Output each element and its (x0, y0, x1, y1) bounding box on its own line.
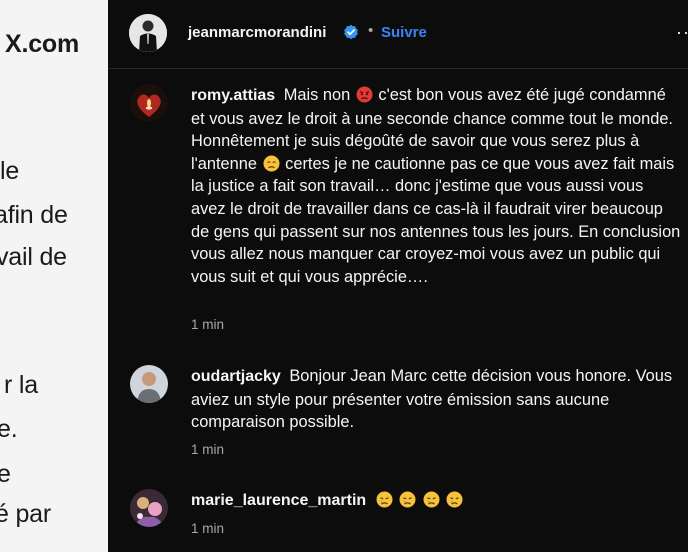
angry-face-emoji (356, 86, 373, 103)
commenter-username[interactable]: romy.attias (191, 87, 275, 104)
comment-timestamp[interactable]: 1 min (191, 442, 224, 457)
comment-body: romy.attias Mais non c'est bon vous avez… (191, 84, 681, 288)
commenter-avatar[interactable] (130, 84, 168, 122)
follow-button[interactable]: Suivre (381, 24, 427, 41)
separator-dot: • (368, 22, 374, 39)
comments-panel: jeanmarcmorandini • Suivre ··· romy.atti… (108, 0, 688, 552)
comment-body: marie_laurence_martin (191, 489, 681, 513)
post-header: jeanmarcmorandini • Suivre ··· (108, 0, 688, 69)
author-username[interactable]: jeanmarcmorandini (188, 24, 326, 41)
post-image: X.com le afin de vail de r la e. e é par (0, 0, 108, 552)
post-text-fragment: e. (0, 415, 18, 443)
post-text-fragment: le (0, 157, 20, 185)
post-text-fragment: r la (4, 371, 38, 399)
crying-face-emoji (376, 491, 393, 508)
crying-face-emoji (423, 491, 440, 508)
commenter-avatar[interactable] (130, 365, 168, 403)
commenter-username[interactable]: oudartjacky (191, 368, 281, 385)
sad-face-emoji (263, 155, 280, 172)
post-text-fragment: e (0, 460, 11, 488)
verified-badge-icon (343, 24, 359, 40)
comment-text: Mais non (283, 86, 351, 104)
commenter-avatar[interactable] (130, 489, 168, 527)
post-text-fragment: afin de (0, 201, 68, 229)
post-text-fragment: é par (0, 500, 51, 528)
post-text-fragment: X.com (5, 30, 80, 58)
more-options-icon[interactable]: ··· (676, 22, 688, 43)
comment-body: oudartjacky Bonjour Jean Marc cette déci… (191, 365, 681, 434)
crying-face-emoji (399, 491, 416, 508)
author-avatar[interactable] (129, 14, 167, 52)
comment-timestamp[interactable]: 1 min (191, 521, 224, 536)
post-text-fragment: vail de (0, 243, 67, 271)
crying-face-emoji (446, 491, 463, 508)
commenter-username[interactable]: marie_laurence_martin (191, 492, 366, 509)
crying-emoji-group (375, 491, 465, 509)
comment-text: certes je ne cautionne pas ce que vous a… (191, 154, 681, 286)
comment-timestamp[interactable]: 1 min (191, 317, 224, 332)
